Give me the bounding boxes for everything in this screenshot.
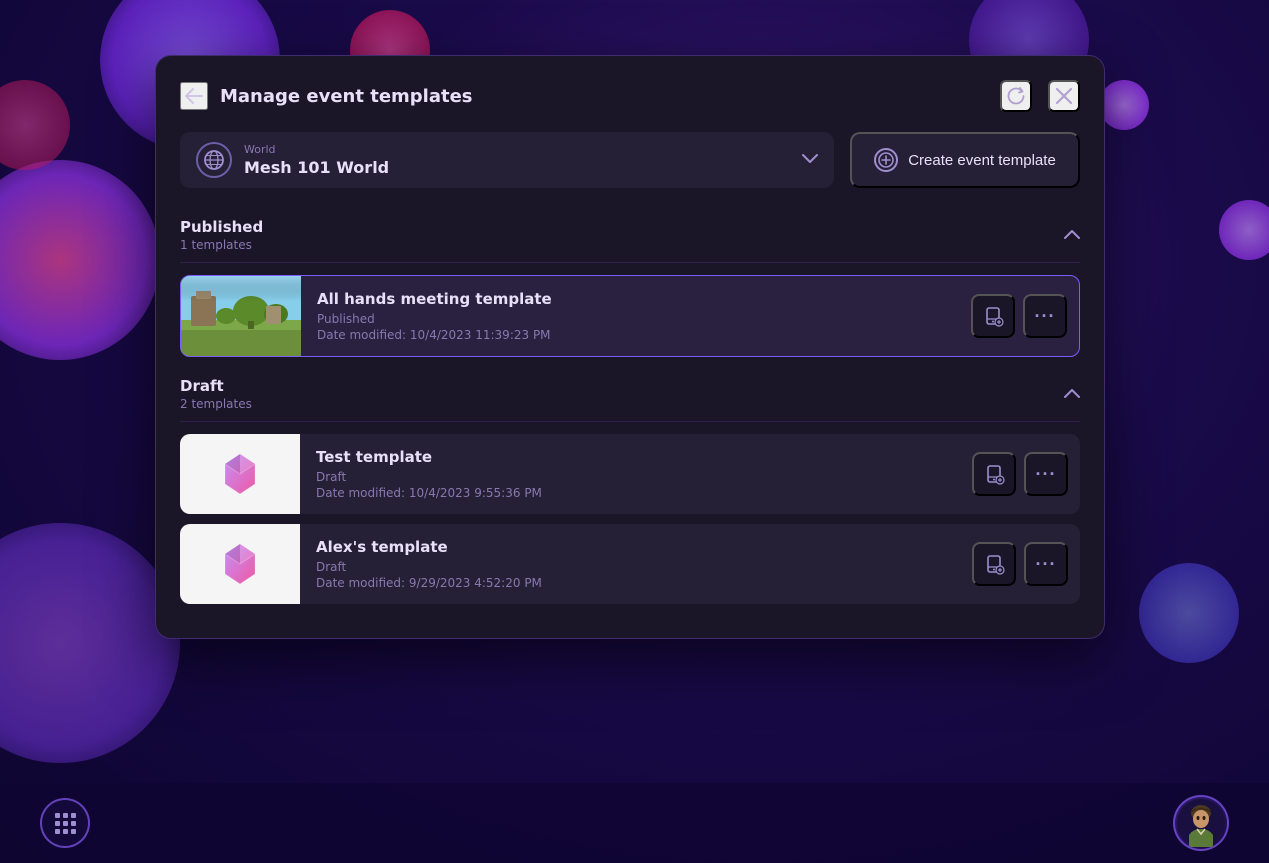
grid-dots-icon xyxy=(53,811,78,836)
test-thumbnail xyxy=(180,434,300,514)
back-button[interactable] xyxy=(180,82,208,110)
world-selector[interactable]: World Mesh 101 World xyxy=(180,132,834,188)
published-section-title-group: Published 1 templates xyxy=(180,218,263,252)
published-section: Published 1 templates xyxy=(180,208,1080,357)
create-label: Create event template xyxy=(908,152,1056,169)
published-section-header[interactable]: Published 1 templates xyxy=(180,208,1080,263)
test-more-button[interactable]: ··· xyxy=(1024,452,1068,496)
template-item-test[interactable]: Test template Draft Date modified: 10/4/… xyxy=(180,434,1080,514)
draft-title: Draft xyxy=(180,377,252,395)
top-row: World Mesh 101 World Create event templa… xyxy=(180,132,1080,188)
draft-count: 2 templates xyxy=(180,397,252,411)
more-icon: ··· xyxy=(1036,554,1057,575)
close-button[interactable] xyxy=(1048,80,1080,112)
published-count: 1 templates xyxy=(180,238,263,252)
bg-blob-5 xyxy=(0,160,160,360)
alexs-more-button[interactable]: ··· xyxy=(1024,542,1068,586)
alexs-name: Alex's template xyxy=(316,538,944,556)
world-icon xyxy=(196,142,232,178)
alexs-date: Date modified: 9/29/2023 4:52:20 PM xyxy=(316,576,944,590)
world-label: World xyxy=(244,143,790,156)
bg-blob-4 xyxy=(1099,80,1149,130)
header-right xyxy=(1000,80,1080,112)
test-actions: ··· xyxy=(960,452,1080,496)
more-icon: ··· xyxy=(1035,306,1056,327)
alexs-status: Draft xyxy=(316,560,944,574)
all-hands-actions: ··· xyxy=(959,294,1079,338)
modal-title: Manage event templates xyxy=(220,86,473,107)
manage-templates-modal: Manage event templates xyxy=(155,55,1105,639)
all-hands-status: Published xyxy=(317,312,943,326)
create-event-template-button[interactable]: Create event template xyxy=(850,132,1080,188)
bg-blob-7 xyxy=(0,523,180,763)
draft-section: Draft 2 templates xyxy=(180,367,1080,604)
test-info: Test template Draft Date modified: 10/4/… xyxy=(300,436,960,512)
refresh-button[interactable] xyxy=(1000,80,1032,112)
test-name: Test template xyxy=(316,448,944,466)
all-hands-more-button[interactable]: ··· xyxy=(1023,294,1067,338)
bg-blob-8 xyxy=(1219,200,1269,260)
draft-section-title-group: Draft 2 templates xyxy=(180,377,252,411)
all-hands-info: All hands meeting template Published Dat… xyxy=(301,278,959,354)
alexs-device-button[interactable] xyxy=(972,542,1016,586)
template-item-alexs[interactable]: Alex's template Draft Date modified: 9/2… xyxy=(180,524,1080,604)
test-date: Date modified: 10/4/2023 9:55:36 PM xyxy=(316,486,944,500)
bottom-bar xyxy=(0,783,1269,863)
world-info: World Mesh 101 World xyxy=(244,143,790,177)
template-item-all-hands[interactable]: All hands meeting template Published Dat… xyxy=(180,275,1080,357)
alexs-info: Alex's template Draft Date modified: 9/2… xyxy=(300,526,960,602)
bg-blob-9 xyxy=(1139,563,1239,663)
all-hands-thumbnail xyxy=(181,276,301,356)
all-hands-device-button[interactable] xyxy=(971,294,1015,338)
bg-blob-6 xyxy=(0,80,70,170)
published-toggle-icon xyxy=(1064,227,1080,243)
test-device-button[interactable] xyxy=(972,452,1016,496)
modal-header: Manage event templates xyxy=(180,80,1080,112)
world-name: Mesh 101 World xyxy=(244,158,790,177)
draft-toggle-icon xyxy=(1064,386,1080,402)
alexs-thumbnail xyxy=(180,524,300,604)
all-hands-name: All hands meeting template xyxy=(317,290,943,308)
avatar-button[interactable] xyxy=(1173,795,1229,851)
draft-section-header[interactable]: Draft 2 templates xyxy=(180,367,1080,422)
all-hands-date: Date modified: 10/4/2023 11:39:23 PM xyxy=(317,328,943,342)
chevron-down-icon xyxy=(802,152,818,168)
test-status: Draft xyxy=(316,470,944,484)
published-title: Published xyxy=(180,218,263,236)
more-icon: ··· xyxy=(1036,464,1057,485)
alexs-actions: ··· xyxy=(960,542,1080,586)
grid-menu-button[interactable] xyxy=(40,798,90,848)
header-left: Manage event templates xyxy=(180,82,473,110)
create-plus-icon xyxy=(874,148,898,172)
